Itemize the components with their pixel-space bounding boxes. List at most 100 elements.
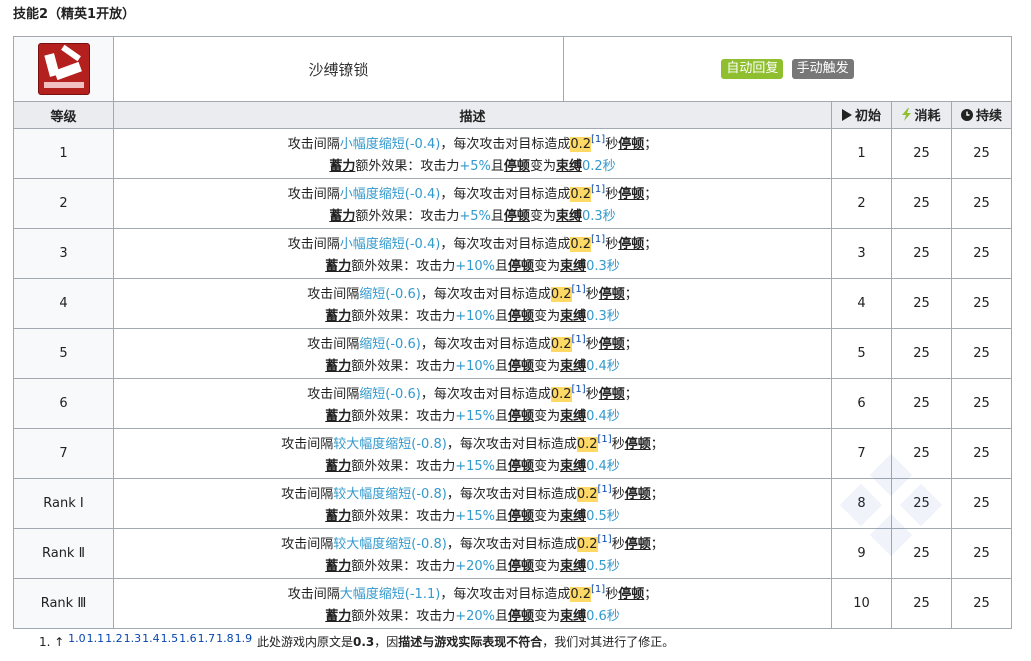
footnote-backref-link[interactable]: 1.3 xyxy=(124,632,142,645)
level-cell: 2 xyxy=(13,178,114,229)
footnote-backref-link[interactable]: 1.6 xyxy=(179,632,197,645)
stun-term-link[interactable]: 停顿 xyxy=(508,459,534,474)
badge-manual-trigger: 手动触发 xyxy=(791,59,854,79)
description-cell: 攻击间隔缩短(-0.6)，每次攻击对目标造成0.2[1]秒停顿； 蓄力额外效果：攻… xyxy=(113,378,832,429)
reference-link[interactable]: [1] xyxy=(598,484,612,495)
stun-term-link[interactable]: 停顿 xyxy=(508,609,534,624)
badge-auto-recovery: 自动回复 xyxy=(721,59,784,79)
charge-term-link[interactable]: 蓄力 xyxy=(325,309,351,324)
col-cost: 消耗 xyxy=(891,101,952,129)
footnote-backref-link[interactable]: 1.0 xyxy=(68,632,86,645)
charge-term-link[interactable]: 蓄力 xyxy=(325,559,351,574)
duration-cell: 25 xyxy=(951,178,1012,229)
charge-term-link[interactable]: 蓄力 xyxy=(325,459,351,474)
stun-term-link[interactable]: 停顿 xyxy=(508,559,534,574)
footnote-backref-link[interactable]: 1.1 xyxy=(87,632,105,645)
charge-term-link[interactable]: 蓄力 xyxy=(329,209,355,224)
stun-term-link[interactable]: 停顿 xyxy=(618,237,644,252)
bind-term-link[interactable]: 束缚 xyxy=(560,309,586,324)
col-description: 描述 xyxy=(113,101,832,129)
stun-term-link[interactable]: 停顿 xyxy=(504,209,530,224)
cost-cell: 25 xyxy=(891,478,952,529)
col-duration: 持续 xyxy=(951,101,1012,129)
charge-term-link[interactable]: 蓄力 xyxy=(325,509,351,524)
initial-cell: 9 xyxy=(831,528,892,579)
footnote-backref-link[interactable]: 1.7 xyxy=(198,632,216,645)
bind-term-link[interactable]: 束缚 xyxy=(560,559,586,574)
bind-term-link[interactable]: 束缚 xyxy=(560,359,586,374)
description-cell: 攻击间隔小幅度缩短(-0.4)，每次攻击对目标造成0.2[1]秒停顿； 蓄力额外效… xyxy=(113,228,832,279)
footnote-backref-link[interactable]: 1.4 xyxy=(142,632,160,645)
duration-cell: 25 xyxy=(951,478,1012,529)
duration-cell: 25 xyxy=(951,328,1012,379)
table-row: 5 攻击间隔缩短(-0.6)，每次攻击对目标造成0.2[1]秒停顿； 蓄力额外效果：… xyxy=(13,328,1012,379)
level-cell: 1 xyxy=(13,128,114,179)
stun-term-link[interactable]: 停顿 xyxy=(625,537,651,552)
table-row: 6 攻击间隔缩短(-0.6)，每次攻击对目标造成0.2[1]秒停顿； 蓄力额外效果：… xyxy=(13,378,1012,429)
bind-term-link[interactable]: 束缚 xyxy=(560,609,586,624)
level-cell: 7 xyxy=(13,428,114,479)
charge-term-link[interactable]: 蓄力 xyxy=(329,159,355,174)
stun-term-link[interactable]: 停顿 xyxy=(618,187,644,202)
charge-term-link[interactable]: 蓄力 xyxy=(325,609,351,624)
reference-link[interactable]: [1] xyxy=(591,234,605,245)
description-cell: 攻击间隔缩短(-0.6)，每次攻击对目标造成0.2[1]秒停顿； 蓄力额外效果：攻… xyxy=(113,278,832,329)
cost-cell: 25 xyxy=(891,178,952,229)
duration-cell: 25 xyxy=(951,228,1012,279)
description-cell: 攻击间隔小幅度缩短(-0.4)，每次攻击对目标造成0.2[1]秒停顿； 蓄力额外效… xyxy=(113,178,832,229)
bind-term-link[interactable]: 束缚 xyxy=(560,509,586,524)
duration-cell: 25 xyxy=(951,378,1012,429)
skill-name: 沙缚镣锁 xyxy=(113,36,564,102)
footnote: 1. ↑ 1.01.11.21.31.41.51.61.71.81.9 此处游戏… xyxy=(39,632,675,649)
stun-term-link[interactable]: 停顿 xyxy=(508,309,534,324)
section-heading: 技能2（精英1开放） xyxy=(13,7,136,22)
stun-term-link[interactable]: 停顿 xyxy=(625,487,651,502)
initial-cell: 5 xyxy=(831,328,892,379)
level-cell: 6 xyxy=(13,378,114,429)
footnote-number: 1. ↑ xyxy=(39,635,65,649)
reference-link[interactable]: [1] xyxy=(572,334,586,345)
initial-cell: 3 xyxy=(831,228,892,279)
table-row: 7 攻击间隔较大幅度缩短(-0.8)，每次攻击对目标造成0.2[1]秒停顿； 蓄力额… xyxy=(13,428,1012,479)
reference-link[interactable]: [1] xyxy=(598,434,612,445)
duration-cell: 25 xyxy=(951,428,1012,479)
charge-term-link[interactable]: 蓄力 xyxy=(325,359,351,374)
footnote-backref-link[interactable]: 1.9 xyxy=(235,632,253,645)
footnote-backrefs: 1.01.11.21.31.41.51.61.71.81.9 xyxy=(68,632,253,649)
reference-link[interactable]: [1] xyxy=(572,284,586,295)
cost-cell: 25 xyxy=(891,278,952,329)
reference-link[interactable]: [1] xyxy=(572,384,586,395)
stun-term-link[interactable]: 停顿 xyxy=(508,359,534,374)
bind-term-link[interactable]: 束缚 xyxy=(556,209,582,224)
stun-term-link[interactable]: 停顿 xyxy=(504,159,530,174)
charge-term-link[interactable]: 蓄力 xyxy=(325,409,351,424)
table-row: Rank Ⅰ 攻击间隔较大幅度缩短(-0.8)，每次攻击对目标造成0.2[1]秒停… xyxy=(13,478,1012,529)
reference-link[interactable]: [1] xyxy=(591,134,605,145)
footnote-backref-link[interactable]: 1.8 xyxy=(216,632,234,645)
reference-link[interactable]: [1] xyxy=(591,184,605,195)
bind-term-link[interactable]: 束缚 xyxy=(556,159,582,174)
bind-term-link[interactable]: 束缚 xyxy=(560,459,586,474)
skill-chain-icon[interactable] xyxy=(37,43,90,95)
stun-term-link[interactable]: 停顿 xyxy=(618,587,644,602)
footnote-backref-link[interactable]: 1.2 xyxy=(105,632,123,645)
stun-term-link[interactable]: 停顿 xyxy=(599,337,625,352)
stun-term-link[interactable]: 停顿 xyxy=(599,387,625,402)
reference-link[interactable]: [1] xyxy=(598,534,612,545)
stun-term-link[interactable]: 停顿 xyxy=(618,137,644,152)
play-icon xyxy=(841,109,852,125)
cost-cell: 25 xyxy=(891,428,952,479)
stun-term-link[interactable]: 停顿 xyxy=(508,509,534,524)
initial-cell: 2 xyxy=(831,178,892,229)
cost-cell: 25 xyxy=(891,528,952,579)
initial-cell: 6 xyxy=(831,378,892,429)
bind-term-link[interactable]: 束缚 xyxy=(560,259,586,274)
stun-term-link[interactable]: 停顿 xyxy=(625,437,651,452)
reference-link[interactable]: [1] xyxy=(591,584,605,595)
footnote-backref-link[interactable]: 1.5 xyxy=(161,632,179,645)
bind-term-link[interactable]: 束缚 xyxy=(560,409,586,424)
stun-term-link[interactable]: 停顿 xyxy=(508,409,534,424)
stun-term-link[interactable]: 停顿 xyxy=(508,259,534,274)
stun-term-link[interactable]: 停顿 xyxy=(599,287,625,302)
charge-term-link[interactable]: 蓄力 xyxy=(325,259,351,274)
